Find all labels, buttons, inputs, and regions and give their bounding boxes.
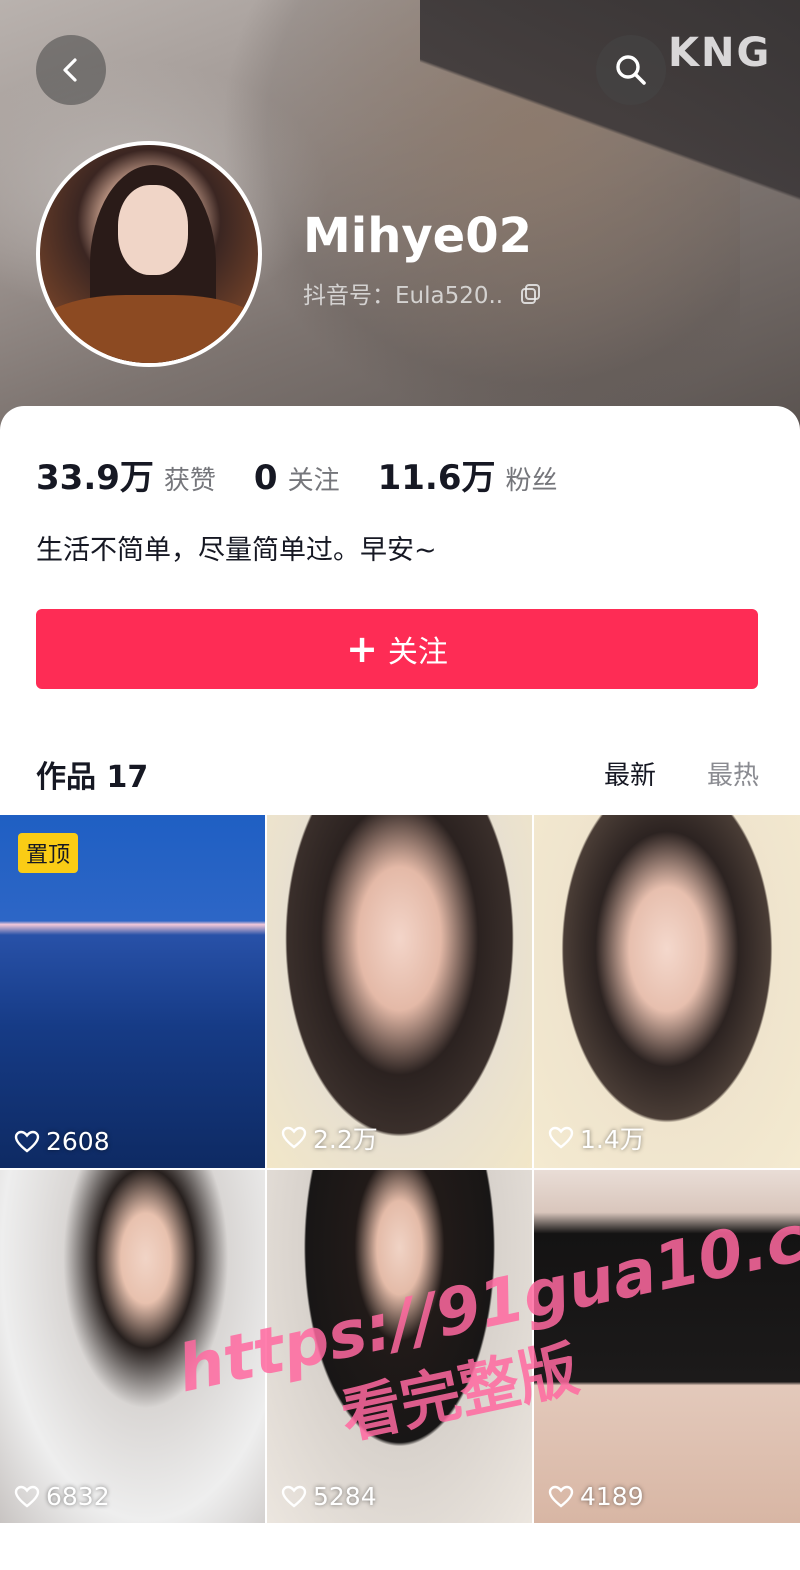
like-count-value: 5284 — [313, 1482, 377, 1511]
heart-icon — [281, 1126, 307, 1149]
video-tile[interactable]: 6832 — [0, 1170, 265, 1523]
chevron-left-icon — [63, 58, 77, 82]
likes-count: 33.9万 — [36, 458, 154, 498]
like-count: 2.2万 — [281, 1120, 378, 1156]
works-title: 作品 17 — [36, 760, 149, 795]
heart-icon — [281, 1485, 307, 1508]
like-count-value: 6832 — [46, 1482, 110, 1511]
banner-text: KNG — [668, 30, 772, 76]
following-label[interactable]: 关注 — [288, 460, 340, 497]
heart-icon — [14, 1130, 40, 1153]
video-tile[interactable]: 5284 — [267, 1170, 532, 1523]
video-grid: 置顶 2608 2.2万 1.4万 6832 5284 4189 — [0, 815, 800, 1523]
pinned-badge: 置顶 — [18, 833, 79, 873]
heart-icon — [548, 1485, 574, 1508]
douyin-id-row[interactable]: 抖音号：Eula520.. — [303, 276, 542, 311]
like-count: 4189 — [548, 1482, 644, 1511]
following-count[interactable]: 0 — [254, 458, 278, 498]
likes-label: 获赞 — [163, 466, 216, 496]
plus-icon: + — [346, 627, 378, 671]
video-tile[interactable]: 置顶 2608 — [0, 815, 265, 1168]
followers-label[interactable]: 粉丝 — [505, 460, 557, 497]
like-count: 6832 — [14, 1482, 110, 1511]
like-count-value: 2.2万 — [313, 1125, 378, 1154]
follow-button[interactable]: + 关注 — [36, 609, 758, 689]
like-count: 2608 — [14, 1127, 110, 1156]
stats-row: 33.9万 获赞 0 关注 11.6万 粉丝 — [36, 450, 596, 499]
search-button[interactable] — [596, 35, 666, 105]
heart-icon — [548, 1126, 574, 1149]
douyin-id: 抖音号：Eula520.. — [303, 283, 504, 309]
like-count: 5284 — [281, 1482, 377, 1511]
avatar[interactable] — [36, 141, 262, 367]
video-tile[interactable]: 2.2万 — [267, 815, 532, 1168]
avatar-face — [118, 185, 188, 275]
back-button[interactable] — [36, 35, 106, 105]
like-count-value: 2608 — [46, 1127, 110, 1156]
like-count-value: 1.4万 — [580, 1125, 645, 1154]
follow-button-label: 关注 — [387, 635, 448, 670]
video-tile[interactable]: 4189 — [534, 1170, 800, 1523]
sort-newest-tab[interactable]: 最新 — [604, 755, 656, 792]
like-count-value: 4189 — [580, 1482, 644, 1511]
like-count: 1.4万 — [548, 1120, 645, 1156]
video-tile[interactable]: 1.4万 — [534, 815, 800, 1168]
username: Mihye02 — [303, 208, 533, 264]
copy-icon[interactable] — [520, 283, 542, 311]
followers-count[interactable]: 11.6万 — [378, 450, 496, 499]
heart-icon — [14, 1485, 40, 1508]
bio-text: 生活不简单，尽量简单过。早安~ — [36, 535, 437, 566]
avatar-jacket — [40, 295, 258, 363]
sort-hottest-tab[interactable]: 最热 — [707, 755, 759, 792]
search-icon — [616, 55, 646, 85]
